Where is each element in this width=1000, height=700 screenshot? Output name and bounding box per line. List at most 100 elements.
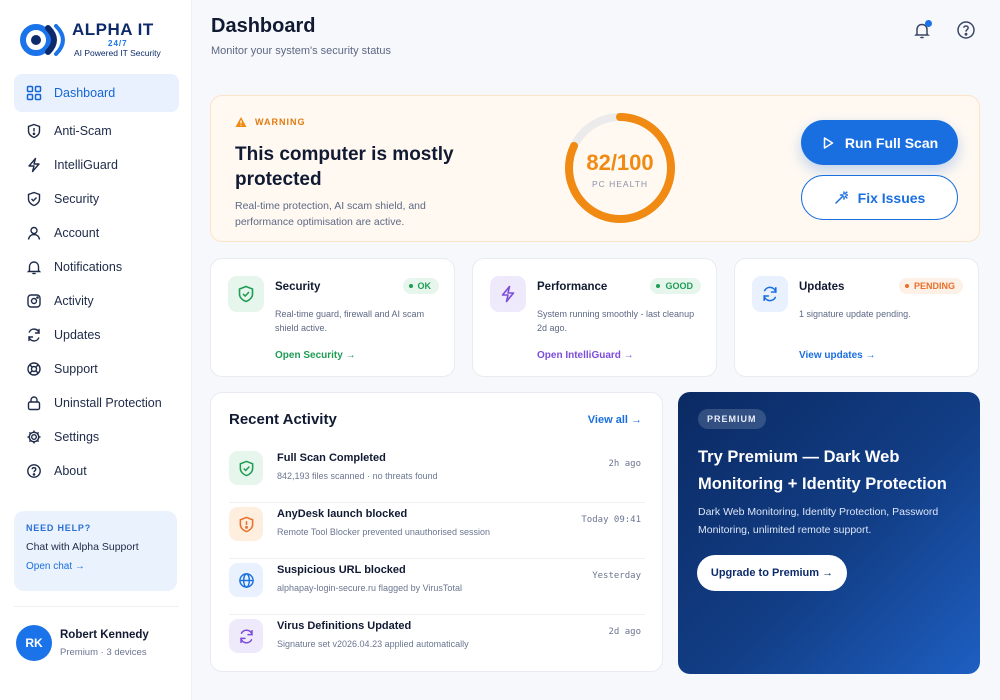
updates-card-icon [752, 276, 788, 312]
run-full-scan-button[interactable]: Run Full Scan [801, 120, 958, 165]
badge-label: OK [417, 281, 432, 291]
warning-banner: WARNING This computer is mostly protecte… [210, 95, 980, 242]
card-title: Performance [537, 281, 608, 293]
lifebuoy-icon [26, 361, 42, 377]
sidebar-item-dashboard[interactable]: Dashboard [14, 74, 179, 112]
activity-detail: 842,193 files scanned · no threats found [277, 471, 438, 481]
play-icon [823, 136, 834, 149]
sidebar-item-label: Activity [54, 294, 94, 308]
refresh-icon [763, 286, 777, 302]
grid-icon [26, 85, 42, 101]
view-all-link[interactable]: View all → [588, 414, 642, 426]
open-security-link[interactable]: Open Security → [275, 350, 356, 361]
help-card: NEED HELP? Chat with Alpha Support Open … [14, 511, 177, 591]
sidebar-item-intelliguard[interactable]: IntelliGuard [14, 148, 179, 182]
refresh-icon [26, 327, 42, 343]
sidebar-item-label: Security [54, 192, 100, 206]
premium-badge: PREMIUM [698, 409, 766, 429]
activity-row[interactable]: Suspicious URL blocked alphapay-login-se… [229, 559, 645, 615]
health-label: PC HEALTH [591, 179, 649, 189]
performance-card-icon [490, 276, 526, 312]
notifications-button[interactable] [912, 20, 932, 40]
sidebar-item-support[interactable]: Support [14, 352, 179, 386]
lock-icon [26, 395, 42, 411]
protection-status-description: Real-time protection, AI scam shield, an… [235, 200, 426, 228]
warning-triangle-icon [235, 117, 247, 127]
activity-time: 2h ago [608, 459, 641, 469]
activity-icon-box [229, 451, 263, 485]
sidebar: ALPHA IT 24/7 AI Powered IT Security Das… [0, 0, 192, 700]
open-chat-link[interactable]: Open chat → [26, 561, 165, 572]
card-title: Security [275, 281, 321, 293]
logo-tagline: AI Powered IT Security [74, 48, 161, 58]
warning-label: WARNING [255, 117, 306, 127]
health-score: 82/100 [586, 150, 654, 175]
protection-status-title: This computer is mostly protected [235, 144, 454, 190]
shield-alert-icon [26, 123, 42, 139]
activity-detail: Remote Tool Blocker prevented unauthoris… [277, 527, 490, 537]
sidebar-item-notifications[interactable]: Notifications [14, 250, 179, 284]
activity-icon-box [229, 563, 263, 597]
activity-name: Full Scan Completed [277, 452, 386, 464]
sidebar-item-anti-scam[interactable]: Anti-Scam [14, 114, 179, 148]
status-badge: GOOD [650, 278, 701, 294]
shield-check-icon [238, 285, 254, 303]
sidebar-item-about[interactable]: About [14, 454, 179, 488]
activity-name: Virus Definitions Updated [277, 620, 412, 632]
view-updates-link[interactable]: View updates → [799, 350, 876, 361]
sidebar-item-settings[interactable]: Settings [14, 420, 179, 454]
sidebar-item-security[interactable]: Security [14, 182, 179, 216]
sidebar-item-account[interactable]: Account [14, 216, 179, 250]
shield-alert-icon [239, 516, 253, 532]
status-badge: PENDING [898, 278, 963, 294]
activity-icon-box [229, 507, 263, 541]
activity-icon [26, 293, 42, 309]
card-description: 1 signature update pending. [799, 309, 911, 319]
refresh-icon [239, 629, 253, 643]
card-description: Real-time guard, firewall and AI scam sh… [275, 309, 425, 333]
activity-row[interactable]: AnyDesk launch blocked Remote Tool Block… [229, 503, 645, 559]
sidebar-item-label: Anti-Scam [54, 124, 112, 138]
sidebar-item-label: Uninstall Protection [54, 396, 162, 410]
activity-time: Today 09:41 [581, 515, 641, 525]
sidebar-item-label: Settings [54, 430, 100, 444]
recent-activity-title: Recent Activity [229, 411, 337, 428]
user-profile[interactable]: RK Robert Kennedy Premium · 3 devices [14, 606, 179, 676]
sidebar-item-activity[interactable]: Activity [14, 284, 179, 318]
fix-issues-button[interactable]: Fix Issues [801, 175, 958, 220]
pc-health-gauge: 82/100 PC HEALTH [562, 110, 678, 226]
page-title: Dashboard [211, 15, 316, 37]
activity-row[interactable]: Virus Definitions Updated Signature set … [229, 615, 645, 671]
sidebar-item-uninstall-protection[interactable]: Uninstall Protection [14, 386, 179, 420]
help-circle-icon [957, 21, 975, 39]
card-description: System running smoothly - last cleanup 2… [537, 309, 695, 333]
security-card: Security OK Real-time guard, firewall an… [210, 258, 455, 377]
bell-icon [26, 259, 42, 275]
performance-card: Performance GOOD System running smoothly… [472, 258, 717, 377]
help-button[interactable] [956, 20, 976, 40]
sidebar-item-label: About [54, 464, 87, 478]
open-intelliguard-link[interactable]: Open IntelliGuard → [537, 350, 634, 361]
activity-icon-box [229, 619, 263, 653]
badge-label: GOOD [665, 281, 693, 291]
sidebar-item-updates[interactable]: Updates [14, 318, 179, 352]
sidebar-item-label: Updates [54, 328, 101, 342]
logo-title: ALPHA IT [72, 20, 154, 39]
sidebar-item-label: Dashboard [54, 86, 116, 100]
wand-icon [834, 190, 848, 204]
gear-icon [26, 429, 42, 445]
logo[interactable]: ALPHA IT 24/7 AI Powered IT Security [20, 18, 170, 62]
activity-row[interactable]: Full Scan Completed 842,193 files scanne… [229, 447, 645, 503]
security-card-icon [228, 276, 264, 312]
sidebar-item-label: IntelliGuard [54, 158, 118, 172]
updates-card: Updates PENDING 1 signature update pendi… [734, 258, 979, 377]
notification-dot [925, 20, 932, 27]
fix-issues-label: Fix Issues [857, 189, 926, 206]
warning-label-row: WARNING [235, 116, 306, 128]
page-subtitle: Monitor your system's security status [211, 45, 391, 57]
upgrade-to-premium-button[interactable]: Upgrade to Premium → [697, 555, 847, 591]
avatar: RK [16, 625, 52, 661]
bolt-icon [501, 285, 515, 303]
help-text: Chat with Alpha Support [26, 541, 139, 553]
sidebar-item-label: Account [54, 226, 100, 240]
